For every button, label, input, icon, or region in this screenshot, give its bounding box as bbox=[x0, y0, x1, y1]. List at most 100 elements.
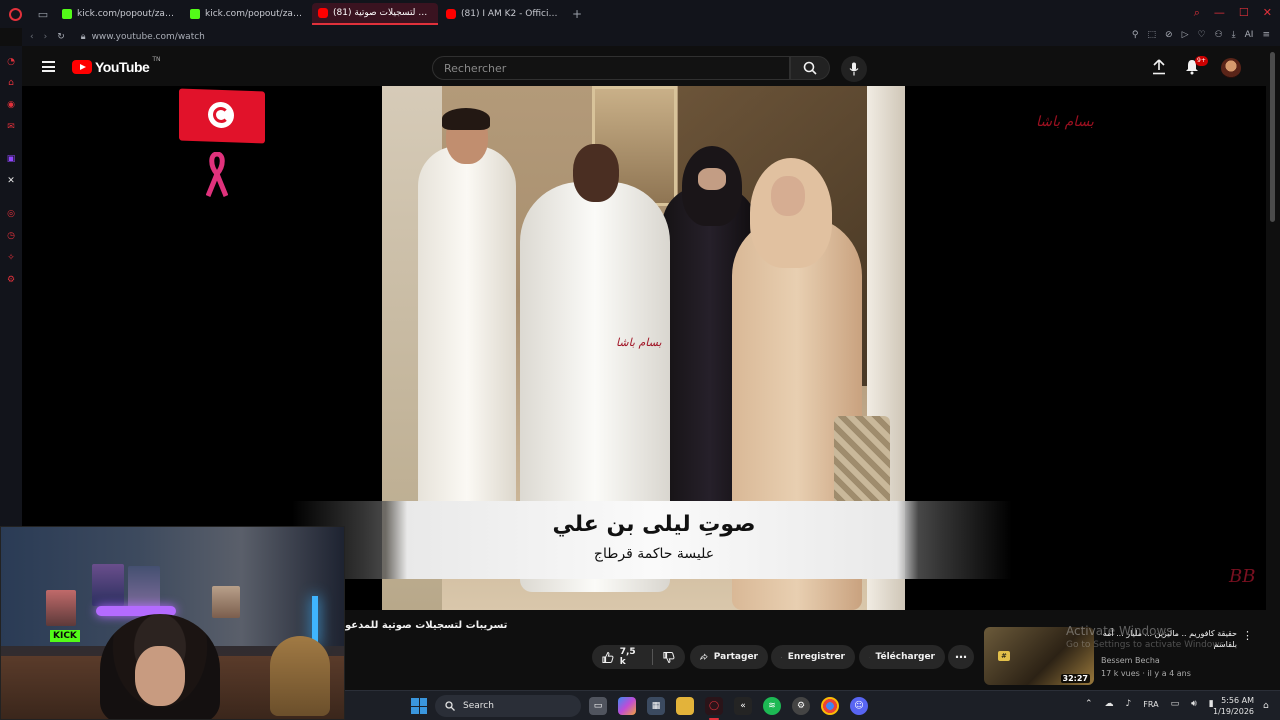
youtube-header: YouTube TN Rechercher 9+ bbox=[22, 46, 1266, 88]
handbag bbox=[834, 416, 890, 506]
onedrive-icon[interactable]: ☁ bbox=[1105, 699, 1114, 709]
scrollbar-thumb[interactable] bbox=[1270, 52, 1275, 222]
twitch-icon[interactable]: ▣ bbox=[5, 153, 17, 165]
store-icon[interactable]: ▦ bbox=[647, 697, 665, 715]
forward-button[interactable]: › bbox=[44, 32, 48, 42]
browser-tab[interactable]: kick.com/popout/zanouni/ bbox=[56, 3, 182, 25]
download-icon[interactable]: ⤓ bbox=[1232, 30, 1236, 40]
search-icon bbox=[803, 61, 817, 75]
download-button[interactable]: Télécharger bbox=[859, 645, 945, 669]
bookmark-icon bbox=[781, 656, 782, 658]
ai-button[interactable]: AI bbox=[1245, 30, 1254, 40]
more-actions-button[interactable]: ⋯ bbox=[948, 645, 974, 669]
tab-title: (81) تسريبات لتسجيلات صوتية bbox=[333, 8, 432, 18]
download-icon bbox=[869, 656, 870, 658]
taskbar-search-label: Search bbox=[463, 701, 494, 711]
browser-tab[interactable]: kick.com/popout/zanouni/ bbox=[184, 3, 310, 25]
windows-start-icon[interactable] bbox=[411, 698, 427, 714]
search-button[interactable] bbox=[790, 56, 830, 80]
snapshot-icon[interactable]: ⬚ bbox=[1148, 30, 1157, 40]
screen: ▭ kick.com/popout/zanouni/ kick.com/popo… bbox=[0, 0, 1280, 720]
recommended-meta: 17 k vues · il y a 4 ans bbox=[1101, 669, 1191, 678]
voice-search-button[interactable] bbox=[841, 56, 867, 82]
chevron-up-icon[interactable]: ⌃ bbox=[1085, 699, 1093, 709]
youtube-logo[interactable]: YouTube TN bbox=[72, 56, 160, 75]
opera-menu-icon[interactable] bbox=[4, 3, 26, 25]
bb-watermark: BB bbox=[1229, 566, 1256, 587]
recommended-channel[interactable]: Bessem Becha bbox=[1101, 656, 1160, 665]
reload-button[interactable]: ↻ bbox=[57, 32, 65, 42]
video-popout-icon[interactable]: ▷ bbox=[1182, 30, 1189, 40]
heart-icon[interactable]: ♡ bbox=[1198, 30, 1206, 40]
mail-icon[interactable]: ✉ bbox=[5, 121, 17, 133]
save-button[interactable]: Enregistrer bbox=[771, 645, 855, 669]
guide-menu-icon[interactable] bbox=[42, 61, 55, 72]
file-explorer-icon[interactable] bbox=[676, 697, 694, 715]
microphone-icon[interactable]: ♪ bbox=[1126, 699, 1132, 709]
shopping-icon[interactable]: ⌂ bbox=[5, 77, 17, 89]
spotify-icon[interactable]: ≋ bbox=[763, 697, 781, 715]
microphone-icon bbox=[849, 62, 859, 76]
youtube-wordmark: YouTube bbox=[95, 59, 150, 75]
messenger-icon[interactable]: ◉ bbox=[5, 99, 17, 111]
system-tray: ⌃ ☁ ♪ FRA ▭ 🔊︎ ▮ bbox=[1085, 699, 1214, 709]
app-icon[interactable]: « bbox=[734, 697, 752, 715]
opera-gx-icon[interactable]: ◯ bbox=[705, 697, 723, 715]
tunisia-flag-image bbox=[179, 88, 265, 144]
taskbar-clock[interactable]: 5:56 AM 1/19/2026 bbox=[1213, 695, 1254, 717]
network-icon[interactable]: ▭ bbox=[1171, 699, 1180, 709]
page-scrollbar[interactable] bbox=[1266, 46, 1280, 690]
recommended-menu-icon[interactable]: ⋮ bbox=[1242, 629, 1253, 642]
menu-icon[interactable]: ≡ bbox=[1262, 30, 1270, 40]
browser-tab[interactable]: (81) I AM K2 - Official Mov bbox=[440, 3, 566, 25]
tab-title: kick.com/popout/zanouni/ bbox=[205, 9, 304, 19]
like-count: 7,5 k bbox=[619, 647, 636, 667]
like-button[interactable]: 7,5 k bbox=[592, 645, 685, 669]
pin-icon[interactable]: ⚲ bbox=[1132, 30, 1139, 40]
tab-title: kick.com/popout/zanouni/ bbox=[77, 9, 176, 19]
thumbs-up-icon bbox=[602, 651, 614, 663]
clock-date: 1/19/2026 bbox=[1213, 707, 1255, 716]
lock-icon: 🔒︎ bbox=[80, 32, 86, 42]
discord-icon[interactable]: ☺ bbox=[850, 697, 868, 715]
activate-windows-watermark: Activate Windows bbox=[1066, 624, 1173, 638]
video-duration: 32:27 bbox=[1060, 674, 1090, 683]
new-tab-button[interactable]: + bbox=[572, 7, 582, 21]
workspace-icon[interactable]: ▭ bbox=[32, 3, 54, 25]
settings-icon[interactable]: ⚙ bbox=[5, 274, 17, 286]
notification-center-icon[interactable]: ⌂ bbox=[1263, 701, 1269, 711]
language-indicator[interactable]: FRA bbox=[1143, 700, 1158, 709]
search-input[interactable]: Rechercher bbox=[432, 56, 790, 80]
youtube-play-icon bbox=[72, 60, 92, 74]
player-icon[interactable]: ◎ bbox=[5, 208, 17, 220]
share-button[interactable]: Partager bbox=[690, 645, 768, 669]
task-view-icon[interactable]: ▭ bbox=[589, 697, 607, 715]
browser-tab-active[interactable]: (81) تسريبات لتسجيلات صوتية bbox=[312, 3, 438, 25]
account-avatar[interactable] bbox=[1221, 58, 1241, 78]
adblock-icon[interactable]: ⊘ bbox=[1165, 30, 1173, 40]
extensions-icon[interactable]: ✧ bbox=[5, 252, 17, 264]
taskbar-search[interactable]: Search bbox=[435, 695, 581, 717]
thumbs-down-icon[interactable] bbox=[663, 651, 675, 664]
share-icon bbox=[700, 653, 708, 660]
save-label: Enregistrer bbox=[787, 652, 845, 662]
search-tabs-icon[interactable]: ⌕ bbox=[1194, 6, 1200, 20]
profile-icon[interactable]: ⚇ bbox=[1215, 30, 1223, 40]
x-icon[interactable]: ✕ bbox=[5, 175, 17, 187]
back-button[interactable]: ‹ bbox=[30, 32, 34, 42]
minimize-button[interactable]: — bbox=[1214, 6, 1225, 20]
browser-tab-bar: ▭ kick.com/popout/zanouni/ kick.com/popo… bbox=[0, 0, 1280, 28]
url-field[interactable]: 🔒︎ www.youtube.com/watch bbox=[81, 32, 205, 42]
clock-icon[interactable]: ◷ bbox=[5, 230, 17, 242]
kick-icon bbox=[190, 9, 200, 19]
maximize-button[interactable]: ☐ bbox=[1239, 6, 1249, 20]
history-icon[interactable]: ◔ bbox=[5, 56, 17, 68]
browser-toolbar: ⚲ ⬚ ⊘ ▷ ♡ ⚇ ⤓ AI ≡ bbox=[1132, 30, 1270, 40]
kick-icon bbox=[62, 9, 72, 19]
volume-icon[interactable]: 🔊︎ bbox=[1191, 699, 1197, 709]
create-button[interactable] bbox=[1152, 59, 1166, 79]
copilot-icon[interactable] bbox=[618, 697, 636, 715]
chrome-icon[interactable] bbox=[821, 697, 839, 715]
steam-icon[interactable]: ⚙ bbox=[792, 697, 810, 715]
close-button[interactable]: ✕ bbox=[1263, 6, 1272, 20]
